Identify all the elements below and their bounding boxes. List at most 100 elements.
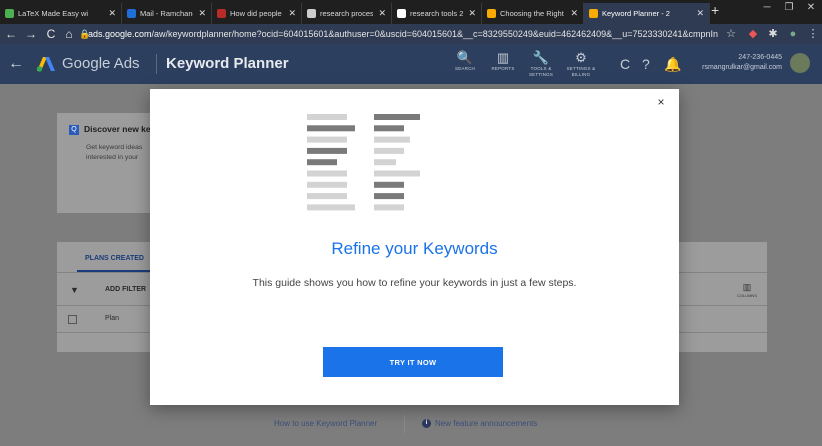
illustration-bar: [374, 193, 404, 200]
add-filter-button[interactable]: ADD FILTER: [105, 286, 146, 293]
dialog-title: Refine your Keywords: [331, 239, 498, 258]
illustration-bar: [374, 170, 420, 177]
close-tab-icon[interactable]: ✕: [198, 3, 206, 24]
maximize-icon[interactable]: ❐: [778, 0, 800, 18]
keyword-list-illustration: [307, 114, 420, 211]
browser-tab[interactable]: research tools 2020 ✕: [392, 3, 482, 24]
browser-menu-icon[interactable]: ⋮: [806, 26, 820, 42]
illustration-bar: [307, 147, 347, 154]
avatar[interactable]: [790, 53, 810, 73]
browser-tab-strip: + ─ ❐ ✕ LaTeX Made Easy wi ✕ Mail - Ramcha…: [0, 0, 822, 24]
dialog-subtitle: This guide shows you how to refine your …: [252, 277, 577, 289]
illustration-bar: [374, 147, 404, 154]
url-field[interactable]: ads.google.com/aw/keywordplanner/home?oc…: [88, 26, 718, 42]
reload-icon[interactable]: C: [44, 26, 58, 42]
account-email: rsmangrulkar@gmail.com: [702, 64, 782, 71]
plan-column-header: Plan: [105, 315, 120, 322]
new-features-link[interactable]: New feature announcements: [435, 419, 537, 428]
new-tab-button[interactable]: +: [711, 2, 719, 18]
illustration-bar: [374, 204, 404, 211]
google-icon: [397, 9, 406, 18]
home-icon[interactable]: ⌂: [62, 26, 76, 42]
search-icon: 🔍: [456, 50, 474, 65]
gear-icon: ⚙: [575, 50, 587, 65]
settings-billing-button[interactable]: ⚙ SETTINGS & BILLING: [562, 50, 600, 78]
tab-title: LaTeX Made Easy wi: [18, 9, 89, 18]
extension-red-icon[interactable]: ◆: [746, 26, 760, 42]
page-title: Keyword Planner: [166, 55, 289, 72]
notifications-bell-icon[interactable]: 🔔: [664, 56, 681, 73]
close-tab-icon[interactable]: ✕: [108, 3, 116, 24]
brand-name: Google Ads: [62, 55, 140, 72]
close-tab-icon[interactable]: ✕: [696, 3, 704, 24]
leaf-icon: [5, 9, 14, 18]
browser-tab[interactable]: How did people do ✕: [212, 3, 302, 24]
illustration-bar: [307, 159, 337, 166]
account-phone: 247-236-0445: [738, 54, 782, 61]
refine-keywords-dialog: × Refine your Keywords This guide shows …: [150, 89, 679, 405]
close-tab-icon[interactable]: ✕: [468, 3, 476, 24]
illustration-bar: [307, 193, 347, 200]
browser-tab[interactable]: Mail - Ramchandra N ✕: [122, 3, 212, 24]
illustration-bar: [307, 170, 347, 177]
columns-button[interactable]: ▥ COLUMNS: [737, 282, 757, 298]
search-icon: Q: [69, 125, 79, 135]
tab-title: research process - H: [320, 9, 373, 18]
illustration-bar: [307, 181, 347, 188]
close-window-icon[interactable]: ✕: [800, 0, 822, 18]
reports-tool-button[interactable]: ▥ REPORTS: [484, 50, 522, 72]
reports-icon: ▥: [496, 50, 510, 65]
url-domain: ads.google.com: [88, 29, 152, 39]
wrench-icon: 🔧: [532, 50, 550, 65]
forward-arrow-icon[interactable]: →: [24, 26, 38, 42]
google-ads-logo-icon: [36, 57, 55, 72]
refresh-icon[interactable]: C: [620, 56, 630, 72]
close-tab-icon[interactable]: ✕: [570, 3, 578, 24]
quora-icon: [217, 9, 226, 18]
tab-title: Mail - Ramchandra N: [140, 9, 193, 18]
account-info[interactable]: 247-236-0445 rsmangrulkar@gmail.com: [702, 53, 782, 73]
profile-avatar-icon[interactable]: ●: [786, 26, 800, 42]
puzzle-extensions-icon[interactable]: ✱: [766, 26, 780, 42]
tab-title: Keyword Planner - 2: [602, 9, 670, 18]
tab-title: Choosing the Right: [500, 9, 564, 18]
tab-plans-created[interactable]: PLANS CREATED: [85, 255, 144, 262]
back-arrow-icon[interactable]: ←: [4, 26, 18, 42]
illustration-bar: [374, 136, 410, 143]
filter-icon[interactable]: ▼: [70, 285, 79, 295]
how-to-use-link[interactable]: How to use Keyword Planner: [274, 419, 377, 428]
minimize-icon[interactable]: ─: [756, 0, 778, 18]
illustration-bar: [374, 114, 420, 120]
ads-icon: [589, 9, 598, 18]
star-icon[interactable]: ☆: [724, 26, 738, 42]
card-title: Discover new ke: [84, 124, 151, 134]
browser-tab[interactable]: Choosing the Right ✕: [482, 3, 584, 24]
illustration-bar: [374, 181, 404, 188]
close-tab-icon[interactable]: ✕: [288, 3, 296, 24]
illustration-bar: [307, 204, 355, 211]
illustration-bar: [307, 114, 347, 120]
tools-settings-button[interactable]: 🔧 TOOLS & SETTINGS: [522, 50, 560, 78]
back-arrow-icon[interactable]: ←: [8, 55, 24, 73]
tab-title: research tools 2020: [410, 9, 463, 18]
browser-tab[interactable]: LaTeX Made Easy wi ✕: [0, 3, 122, 24]
illustration-bar: [374, 159, 396, 166]
search-tool-button[interactable]: 🔍 SEARCH: [446, 50, 484, 72]
illustration-bar: [374, 125, 404, 132]
try-it-now-button[interactable]: TRY IT NOW: [323, 347, 503, 377]
browser-tab[interactable]: research process - H ✕: [302, 3, 392, 24]
ads-icon: [487, 9, 496, 18]
google-ads-header: ← Google Ads Keyword Planner 🔍 SEARCH ▥ …: [0, 44, 822, 84]
footer-links: How to use Keyword Planner i New feature…: [0, 414, 822, 434]
select-all-checkbox[interactable]: [68, 315, 77, 324]
browser-tab[interactable]: Keyword Planner - 2 ✕: [584, 3, 710, 24]
columns-icon: ▥: [742, 282, 752, 292]
footer-divider: [404, 415, 405, 433]
header-divider: [156, 54, 157, 74]
info-icon: i: [422, 419, 431, 428]
help-icon[interactable]: ?: [642, 56, 650, 72]
library-icon: [307, 9, 316, 18]
close-tab-icon[interactable]: ✕: [378, 3, 386, 24]
tab-title: How did people do: [230, 9, 283, 18]
illustration-bar: [307, 125, 355, 132]
